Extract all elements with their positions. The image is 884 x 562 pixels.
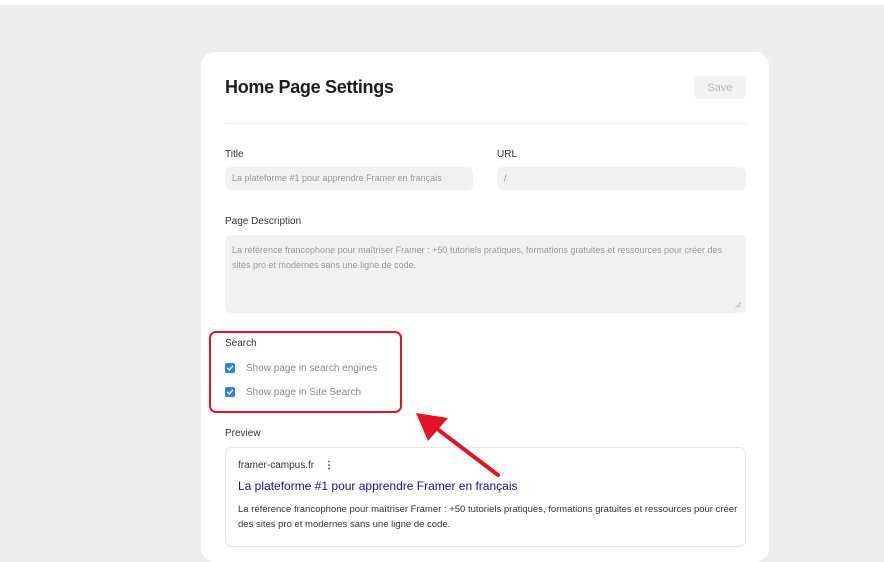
preview-label: Preview — [225, 428, 261, 439]
header-divider — [225, 123, 746, 124]
save-button[interactable]: Save — [694, 76, 746, 99]
page-description-text: La référence francophone pour maîtriser … — [232, 245, 722, 270]
home-page-settings-panel: Home Page Settings Save Title La platefo… — [201, 52, 769, 562]
search-highlight-box — [209, 331, 402, 413]
more-vertical-icon[interactable]: ⋮ — [324, 460, 334, 471]
page-description-label: Page Description — [225, 216, 302, 227]
top-bar — [0, 0, 884, 5]
page-title: Home Page Settings — [225, 77, 394, 97]
preview-title-link[interactable]: La plateforme #1 pour apprendre Framer e… — [238, 479, 518, 493]
preview-description: La référence francophone pour maîtriser … — [238, 504, 738, 530]
resize-grip-icon[interactable] — [735, 302, 741, 308]
title-label: Title — [225, 149, 244, 160]
page-description-textarea[interactable]: La référence francophone pour maîtriser … — [225, 235, 746, 313]
preview-domain: framer-campus.fr — [238, 460, 315, 471]
url-input[interactable]: / — [497, 167, 746, 190]
annotation-arrow-icon — [416, 413, 500, 477]
title-input[interactable]: La plateforme #1 pour apprendre Framer e… — [225, 167, 473, 190]
url-label: URL — [497, 149, 518, 160]
